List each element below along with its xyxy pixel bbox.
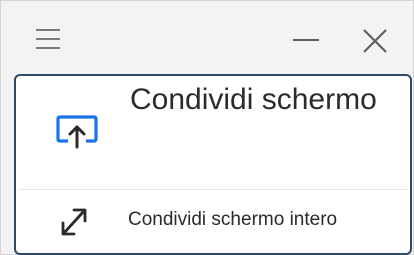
- menu-divider: [18, 189, 408, 190]
- share-options-menu: Condividi schermo Condividi schermo inte…: [14, 74, 412, 255]
- app-window: Condividi schermo Condividi schermo inte…: [0, 0, 414, 255]
- share-screen-option[interactable]: Condividi schermo: [18, 78, 408, 186]
- minimize-icon[interactable]: [287, 26, 327, 54]
- hamburger-menu-icon[interactable]: [32, 26, 66, 54]
- expand-diagonal-icon: [54, 203, 94, 244]
- screen-share-icon: [56, 114, 98, 155]
- share-full-screen-option[interactable]: Condividi schermo intero: [18, 193, 408, 249]
- share-full-screen-label: Condividi schermo intero: [128, 209, 338, 230]
- title-bar: [1, 1, 413, 67]
- share-screen-label: Condividi schermo: [130, 83, 377, 116]
- close-icon[interactable]: [357, 23, 393, 57]
